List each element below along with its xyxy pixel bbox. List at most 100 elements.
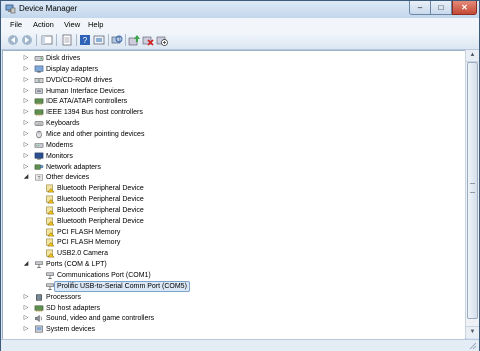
expand-arrow-icon[interactable]: ▷ (23, 142, 29, 149)
tree-item-label: USB2.0 Camera (57, 250, 108, 258)
tree-category-row[interactable]: ▷ Network adapters (3, 162, 465, 173)
update-driver-icon[interactable] (128, 34, 140, 46)
device-by-type-icon[interactable] (93, 34, 105, 46)
expand-arrow-icon[interactable]: ▷ (23, 315, 29, 322)
tree-device-row[interactable]: Bluetooth Peripheral Device (3, 183, 465, 194)
menu-view[interactable]: View (64, 20, 80, 29)
help-icon[interactable]: ? (79, 34, 91, 46)
tree-item-label: Processors (46, 293, 82, 301)
tree-item-label: Modems (46, 141, 73, 149)
unknown-device-warning-icon (46, 195, 55, 204)
expand-arrow-icon[interactable]: ▷ (23, 326, 29, 333)
uninstall-icon[interactable] (142, 34, 154, 46)
minimize-button[interactable]: – (409, 1, 431, 15)
scan-hardware-icon[interactable] (111, 34, 123, 46)
unknown-device-warning-icon (46, 184, 55, 193)
expand-arrow-icon[interactable]: ▷ (23, 77, 29, 84)
tree-item-label: Disk drives (46, 55, 81, 62)
tree-item-label: Monitors (46, 152, 73, 160)
tree-category-row[interactable]: ▷ Sound, video and game controllers (3, 313, 465, 324)
expand-arrow-icon[interactable]: ▷ (23, 164, 29, 171)
unknown-device-warning-icon (46, 206, 55, 215)
tree-item-label: PCI FLASH Memory (57, 239, 121, 247)
expand-arrow-icon[interactable]: ▷ (23, 153, 29, 160)
tree-item-label: IDE ATA/ATAPI controllers (46, 98, 128, 106)
unknown-device-warning-icon (46, 217, 55, 226)
sd-host-icon (34, 305, 44, 312)
tree-category-row[interactable]: ▷ Modems (3, 140, 465, 151)
mouse-icon (36, 130, 42, 139)
tree-item-label: Ports (COM & LPT) (46, 261, 107, 269)
scroll-thumb[interactable] (467, 62, 478, 319)
menu-help[interactable]: Help (88, 20, 103, 29)
tree-category-row[interactable]: ▷ Disk drives (3, 53, 465, 64)
disable-icon[interactable] (156, 34, 168, 46)
tree-device-row[interactable]: Bluetooth Peripheral Device (3, 216, 465, 227)
tree-device-row[interactable]: Communications Port (COM1) (3, 270, 465, 281)
toolbar-separator (76, 34, 77, 46)
ieee1394-icon (34, 109, 44, 117)
maximize-button[interactable]: □ (431, 1, 452, 15)
expand-arrow-icon[interactable]: ▷ (23, 88, 29, 95)
resize-grip-icon[interactable] (469, 342, 477, 350)
tree-item-label: Bluetooth Peripheral Device (57, 185, 144, 193)
show-hide-tree-icon[interactable] (41, 34, 53, 46)
expand-arrow-icon[interactable]: ▷ (23, 305, 29, 312)
tree-category-row[interactable]: ▷ Mice and other pointing devices (3, 129, 465, 140)
tree-device-row[interactable]: USB2.0 Camera (3, 248, 465, 259)
tree-item-label: IEEE 1394 Bus host controllers (46, 109, 143, 117)
vertical-scrollbar[interactable]: ▲ ▼ (465, 50, 479, 338)
close-button[interactable]: ✕ (452, 1, 477, 15)
tree-device-row[interactable]: Prolific USB-to-Serial Comm Port (COM5) (3, 280, 465, 292)
tree-category-row[interactable]: ▷ SD host adapters (3, 303, 465, 314)
tree-category-row[interactable]: ▷ IDE ATA/ATAPI controllers (3, 96, 465, 107)
scroll-grip-icon (470, 183, 475, 193)
tree-device-row[interactable]: Bluetooth Peripheral Device (3, 194, 465, 205)
tree-item-label: Bluetooth Peripheral Device (57, 196, 144, 204)
toolbar-separator (125, 34, 126, 46)
system-device-icon (35, 325, 43, 333)
forward-icon[interactable] (21, 34, 33, 46)
tree-category-row[interactable]: ▷ Display adapters (3, 64, 465, 75)
tree-item-label: Network adapters (46, 163, 101, 171)
tree-category-row[interactable]: ▷ Keyboards (3, 118, 465, 129)
title-bar[interactable]: Device Manager – □ ✕ (1, 1, 479, 18)
tree-category-row[interactable]: ▷ IEEE 1394 Bus host controllers (3, 107, 465, 118)
expand-arrow-icon[interactable]: ▷ (23, 55, 29, 62)
tree-category-row[interactable]: ◢ Ports (COM & LPT) (3, 259, 465, 270)
tree-category-row[interactable]: ▷ System devices (3, 324, 465, 335)
tree-item-label: PCI FLASH Memory (57, 228, 121, 236)
tree-category-row[interactable]: ▷ Processors (3, 292, 465, 303)
svg-text:?: ? (38, 176, 41, 182)
sound-icon (35, 315, 42, 323)
dvd-drive-icon (34, 77, 44, 83)
menu-action[interactable]: Action (33, 20, 54, 29)
unknown-device-warning-icon (46, 228, 55, 236)
ide-controller-icon (34, 98, 44, 106)
expand-arrow-icon[interactable]: ▷ (23, 109, 29, 116)
collapse-arrow-icon[interactable]: ◢ (23, 261, 29, 268)
tree-device-row[interactable]: PCI FLASH Memory (3, 227, 465, 238)
port-icon (35, 261, 43, 269)
properties-icon[interactable] (61, 34, 73, 46)
tree-category-row[interactable]: ▷ Monitors (3, 151, 465, 162)
menu-file[interactable]: File (10, 20, 22, 29)
device-tree[interactable]: ▷ Disk drives ▷ Display adapters ▷ DVD/CD-ROM… (2, 50, 466, 340)
collapse-arrow-icon[interactable]: ◢ (23, 174, 29, 181)
tree-category-row[interactable]: ▷ Human Interface Devices (3, 86, 465, 97)
svg-text:?: ? (83, 36, 88, 45)
tree-item-label: SD host adapters (46, 304, 101, 312)
tree-device-row[interactable]: PCI FLASH Memory (3, 237, 465, 248)
expand-arrow-icon[interactable]: ▷ (23, 98, 29, 105)
scroll-up-arrow-icon[interactable]: ▲ (466, 50, 479, 62)
tree-device-row[interactable]: Bluetooth Peripheral Device (3, 205, 465, 216)
scroll-down-arrow-icon[interactable]: ▼ (466, 326, 479, 338)
expand-arrow-icon[interactable]: ▷ (23, 66, 29, 73)
expand-arrow-icon[interactable]: ▷ (23, 294, 29, 301)
hid-icon (35, 88, 43, 94)
tree-category-row[interactable]: ▷ DVD/CD-ROM drives (3, 75, 465, 86)
expand-arrow-icon[interactable]: ▷ (23, 120, 29, 127)
back-icon[interactable] (7, 34, 19, 46)
tree-category-row[interactable]: ◢? Other devices (3, 172, 465, 183)
expand-arrow-icon[interactable]: ▷ (23, 131, 29, 138)
